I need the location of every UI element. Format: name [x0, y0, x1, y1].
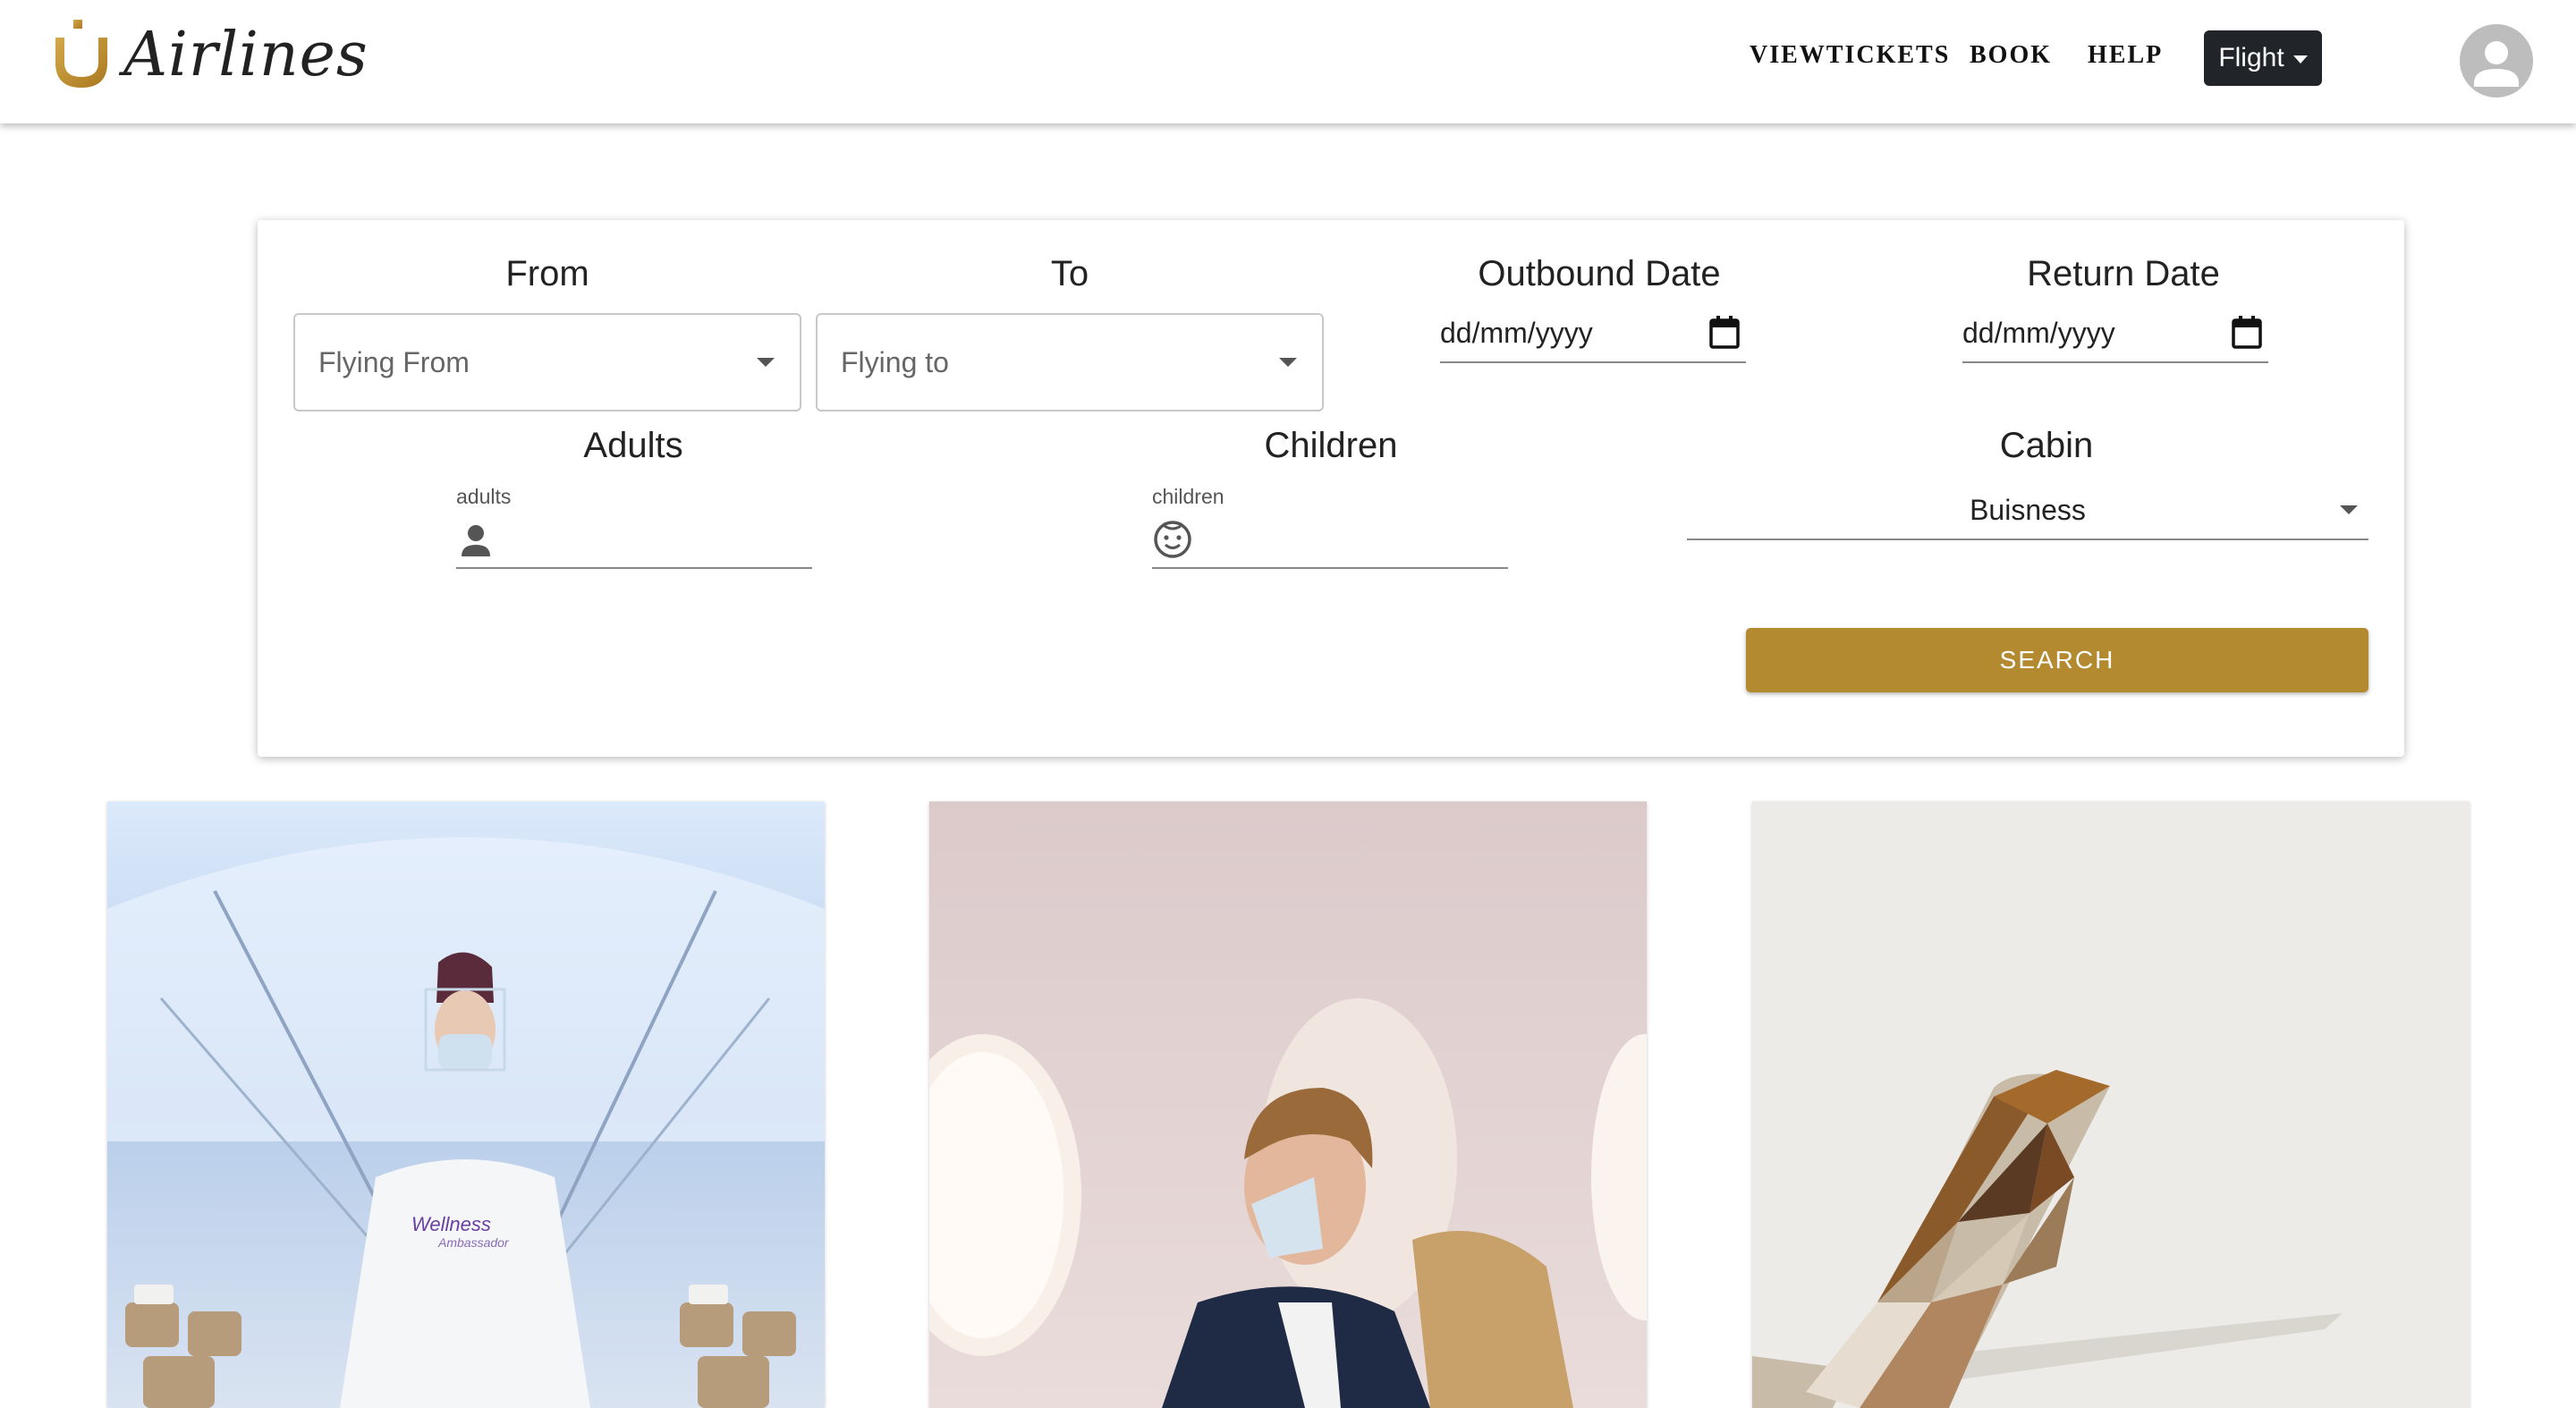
cabin-label: Cabin: [1999, 426, 2094, 465]
dropdown-arrow-icon: [2340, 505, 2358, 514]
user-avatar[interactable]: [2460, 24, 2533, 98]
promo-card-aircraft-tail[interactable]: [1752, 802, 2470, 1408]
outbound-date-placeholder: dd/mm/yyyy: [1440, 316, 1593, 349]
search-button[interactable]: SEARCH: [1746, 628, 2368, 692]
from-label: From: [505, 254, 589, 293]
to-select[interactable]: Flying to: [816, 313, 1324, 411]
adults-field-label: adults: [456, 485, 512, 508]
nav-help[interactable]: HELP: [2088, 41, 2163, 70]
adults-input[interactable]: [456, 515, 812, 569]
child-face-icon: [1154, 521, 1191, 558]
children-field-label: children: [1152, 485, 1224, 508]
outbound-date-label: Outbound Date: [1478, 254, 1721, 293]
return-date-label: Return Date: [2027, 254, 2220, 293]
top-navbar: Airlines VIEWTICKETS BOOK HELP Flight: [0, 0, 2576, 123]
caret-down-icon: [2292, 55, 2308, 64]
cabin-crew-image: Wellness Ambassador: [107, 802, 825, 1408]
passenger-image: [929, 802, 1647, 1408]
brand-logo[interactable]: Airlines: [50, 14, 369, 95]
promo-card-passenger[interactable]: [929, 802, 1647, 1408]
svg-text:Ambassador: Ambassador: [437, 1235, 510, 1250]
adults-label: Adults: [583, 426, 683, 465]
dropdown-arrow-icon: [1279, 358, 1297, 367]
person-icon: [462, 525, 490, 556]
from-select[interactable]: Flying From: [293, 313, 801, 411]
outbound-date-input[interactable]: dd/mm/yyyy: [1440, 304, 1746, 363]
aircraft-tail-image: [1752, 802, 2470, 1408]
flight-search-card: From Flying From To Flying to Outbound D…: [258, 220, 2404, 757]
logo-text: Airlines: [123, 19, 369, 90]
children-input[interactable]: [1152, 515, 1508, 569]
to-label: To: [1050, 254, 1089, 293]
nav-view-tickets[interactable]: VIEWTICKETS: [1750, 41, 1950, 70]
svg-text:Wellness: Wellness: [411, 1213, 491, 1235]
logo-u-icon: [55, 20, 107, 88]
to-placeholder: Flying to: [841, 345, 949, 378]
return-date-placeholder: dd/mm/yyyy: [1962, 316, 2115, 349]
user-account-icon: [2474, 41, 2519, 87]
calendar-icon[interactable]: [2231, 315, 2263, 351]
return-date-input[interactable]: dd/mm/yyyy: [1962, 304, 2268, 363]
cabin-value: Buisness: [1970, 493, 2086, 526]
flight-dropdown-button[interactable]: Flight: [2204, 30, 2322, 86]
nav-book[interactable]: BOOK: [1970, 41, 2052, 70]
children-label: Children: [1264, 426, 1398, 465]
cabin-select[interactable]: Buisness: [1687, 481, 2368, 540]
promo-card-cabin-crew[interactable]: Wellness Ambassador: [107, 802, 825, 1408]
calendar-icon[interactable]: [1708, 315, 1741, 351]
from-placeholder: Flying From: [318, 345, 470, 378]
dropdown-arrow-icon: [757, 358, 775, 367]
flight-button-label: Flight: [2218, 43, 2284, 72]
